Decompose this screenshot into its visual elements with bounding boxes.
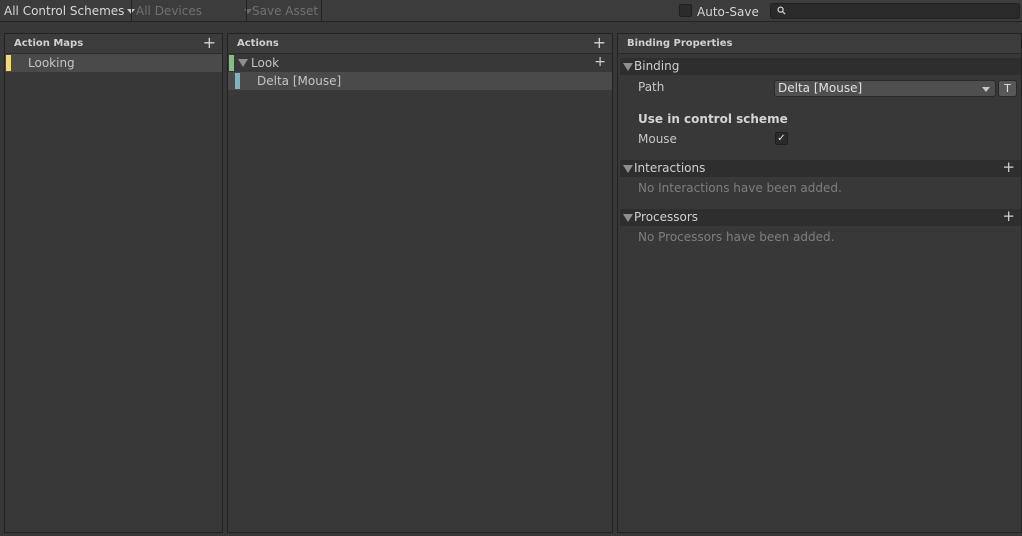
actions-panel: Actions + Look + Delta [Mouse] (227, 33, 613, 533)
processors-section-header[interactable]: Processors + (620, 208, 1021, 226)
toolbar-divider (321, 0, 322, 22)
binding-label: Delta [Mouse] (257, 74, 342, 88)
action-item-look[interactable]: Look + (228, 54, 612, 72)
binding-properties-header: Binding Properties (618, 34, 1021, 54)
action-map-item-looking[interactable]: Looking (5, 54, 222, 72)
add-action-map-button[interactable]: + (203, 34, 216, 52)
control-scheme-title: Use in control scheme (638, 112, 788, 126)
actions-title: Actions (237, 38, 279, 49)
processors-empty-message: No Processors have been added. (638, 230, 835, 244)
binding-section-header[interactable]: Binding (620, 58, 1021, 75)
interactions-section-header[interactable]: Interactions + (620, 159, 1021, 177)
binding-item-delta-mouse[interactable]: Delta [Mouse] (228, 72, 612, 90)
action-maps-header: Action Maps + (5, 34, 222, 54)
collapse-triangle-icon[interactable] (623, 63, 633, 71)
devices-dropdown[interactable]: All Devices (136, 0, 252, 22)
add-interaction-button[interactable]: + (1002, 159, 1015, 176)
binding-color-indicator (235, 73, 240, 89)
control-schemes-label: All Control Schemes (4, 4, 125, 18)
action-map-label: Looking (28, 56, 75, 70)
add-action-button[interactable]: + (593, 34, 606, 52)
action-label: Look (251, 56, 280, 70)
search-input[interactable] (770, 3, 1020, 19)
expand-triangle-icon[interactable] (238, 59, 248, 67)
action-color-indicator (229, 55, 234, 71)
interactions-empty-message: No Interactions have been added. (638, 181, 842, 195)
binding-section-label: Binding (634, 59, 680, 73)
collapse-triangle-icon[interactable] (623, 165, 633, 173)
toolbar-divider (131, 0, 132, 22)
collapse-triangle-icon[interactable] (623, 214, 633, 222)
chevron-down-icon (982, 87, 990, 92)
devices-label: All Devices (136, 4, 202, 18)
path-value: Delta [Mouse] (778, 81, 863, 95)
auto-save-label: Auto-Save (697, 5, 759, 19)
mouse-scheme-label: Mouse (638, 132, 677, 146)
action-maps-panel: Action Maps + Looking (4, 33, 223, 533)
action-maps-title: Action Maps (14, 38, 84, 49)
toolbar-divider (246, 0, 247, 22)
control-schemes-dropdown[interactable]: All Control Schemes (4, 0, 136, 22)
add-processor-button[interactable]: + (1002, 208, 1015, 225)
action-map-color-indicator (6, 55, 11, 71)
toolbar: All Control Schemes All Devices Save Ass… (0, 0, 1022, 22)
actions-header: Actions + (228, 34, 612, 54)
interactions-section-label: Interactions (634, 161, 706, 175)
binding-properties-panel: Binding Properties Binding Path Delta [M… (617, 33, 1022, 533)
processors-section-label: Processors (634, 210, 699, 224)
path-dropdown[interactable]: Delta [Mouse] (774, 80, 996, 97)
text-mode-button[interactable]: T (998, 80, 1017, 97)
checkmark-icon: ✓ (777, 133, 786, 144)
auto-save-checkbox[interactable] (679, 4, 692, 17)
mouse-scheme-checkbox[interactable]: ✓ (775, 132, 788, 145)
save-asset-button[interactable]: Save Asset (252, 0, 318, 22)
path-label: Path (638, 80, 665, 94)
add-binding-button[interactable]: + (594, 53, 606, 71)
binding-properties-title: Binding Properties (627, 38, 733, 49)
search-icon (777, 6, 786, 15)
